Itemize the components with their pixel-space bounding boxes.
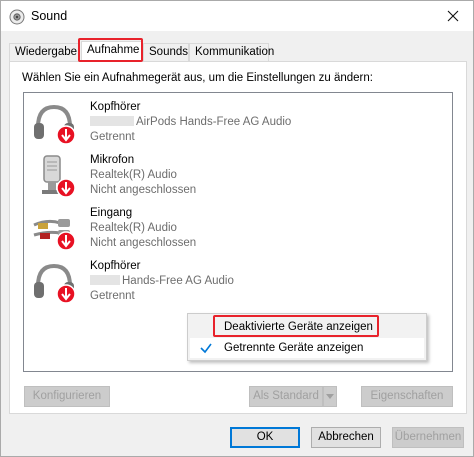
set-default-dropdown[interactable] xyxy=(323,386,337,407)
context-menu: Deaktivierte Geräte anzeigen Getrennte G… xyxy=(187,313,427,361)
chevron-down-icon xyxy=(326,394,334,399)
device-name: Mikrofon xyxy=(90,154,135,166)
redacted-block xyxy=(90,116,134,126)
headphones-icon xyxy=(34,263,76,304)
tab-sounds[interactable]: Sounds xyxy=(143,43,189,61)
instruction-text: Wählen Sie ein Aufnahmegerät aus, um die… xyxy=(22,72,373,84)
speaker-icon xyxy=(9,9,25,25)
list-item[interactable]: Eingang Realtek(R) Audio Nicht angeschlo… xyxy=(24,203,452,255)
redacted-block xyxy=(90,275,120,285)
list-item[interactable]: Kopfhörer Hands-Free AG Audio Getrennt xyxy=(24,256,452,308)
configure-button[interactable]: Konfigurieren xyxy=(24,386,110,407)
device-description: Hands-Free AG Audio xyxy=(90,275,234,287)
device-name: Kopfhörer xyxy=(90,101,141,113)
device-name: Kopfhörer xyxy=(90,260,141,272)
tab-kommunikation[interactable]: Kommunikation xyxy=(189,43,274,61)
recording-panel: Wählen Sie ein Aufnahmegerät aus, um die… xyxy=(9,61,467,414)
list-item[interactable]: Mikrofon Realtek(R) Audio Nicht angeschl… xyxy=(24,150,452,202)
checkmark-icon xyxy=(200,343,212,354)
menu-item-label: Getrennte Geräte anzeigen xyxy=(224,342,364,354)
device-description: AirPods Hands-Free AG Audio xyxy=(90,116,291,128)
device-description: Realtek(R) Audio xyxy=(90,169,177,181)
properties-button[interactable]: Eigenschaften xyxy=(361,386,453,407)
device-status: Getrennt xyxy=(90,131,135,143)
apply-button[interactable]: Übernehmen xyxy=(392,427,464,448)
cancel-button[interactable]: Abbrechen xyxy=(311,427,381,448)
device-status: Nicht angeschlossen xyxy=(90,184,197,196)
tab-wiedergabe[interactable]: Wiedergabe xyxy=(9,43,79,61)
title-bar[interactable]: Sound xyxy=(1,1,473,31)
device-name: Eingang xyxy=(90,207,133,219)
close-button[interactable] xyxy=(433,1,473,31)
sound-dialog: Sound Wiedergabe Aufnahme Sounds Kommuni… xyxy=(0,0,474,457)
line-in-cable-icon xyxy=(33,219,76,251)
headphones-icon xyxy=(34,104,76,145)
close-icon xyxy=(447,10,459,22)
set-default-button[interactable]: Als Standard xyxy=(249,386,323,407)
menu-item-show-disabled-devices[interactable]: Deaktivierte Geräte anzeigen xyxy=(190,317,424,337)
device-status: Nicht angeschlossen xyxy=(90,237,197,249)
list-item[interactable]: Kopfhörer AirPods Hands-Free AG Audio Ge… xyxy=(24,97,452,149)
menu-item-label: Deaktivierte Geräte anzeigen xyxy=(224,321,373,333)
device-status: Getrennt xyxy=(90,290,135,302)
tab-aufnahme[interactable]: Aufnahme xyxy=(81,41,143,62)
menu-item-show-disconnected-devices[interactable]: Getrennte Geräte anzeigen xyxy=(190,338,424,358)
device-description: Realtek(R) Audio xyxy=(90,222,177,234)
window-title: Sound xyxy=(31,9,68,23)
microphone-icon xyxy=(42,155,76,198)
ok-button[interactable]: OK xyxy=(230,427,300,448)
